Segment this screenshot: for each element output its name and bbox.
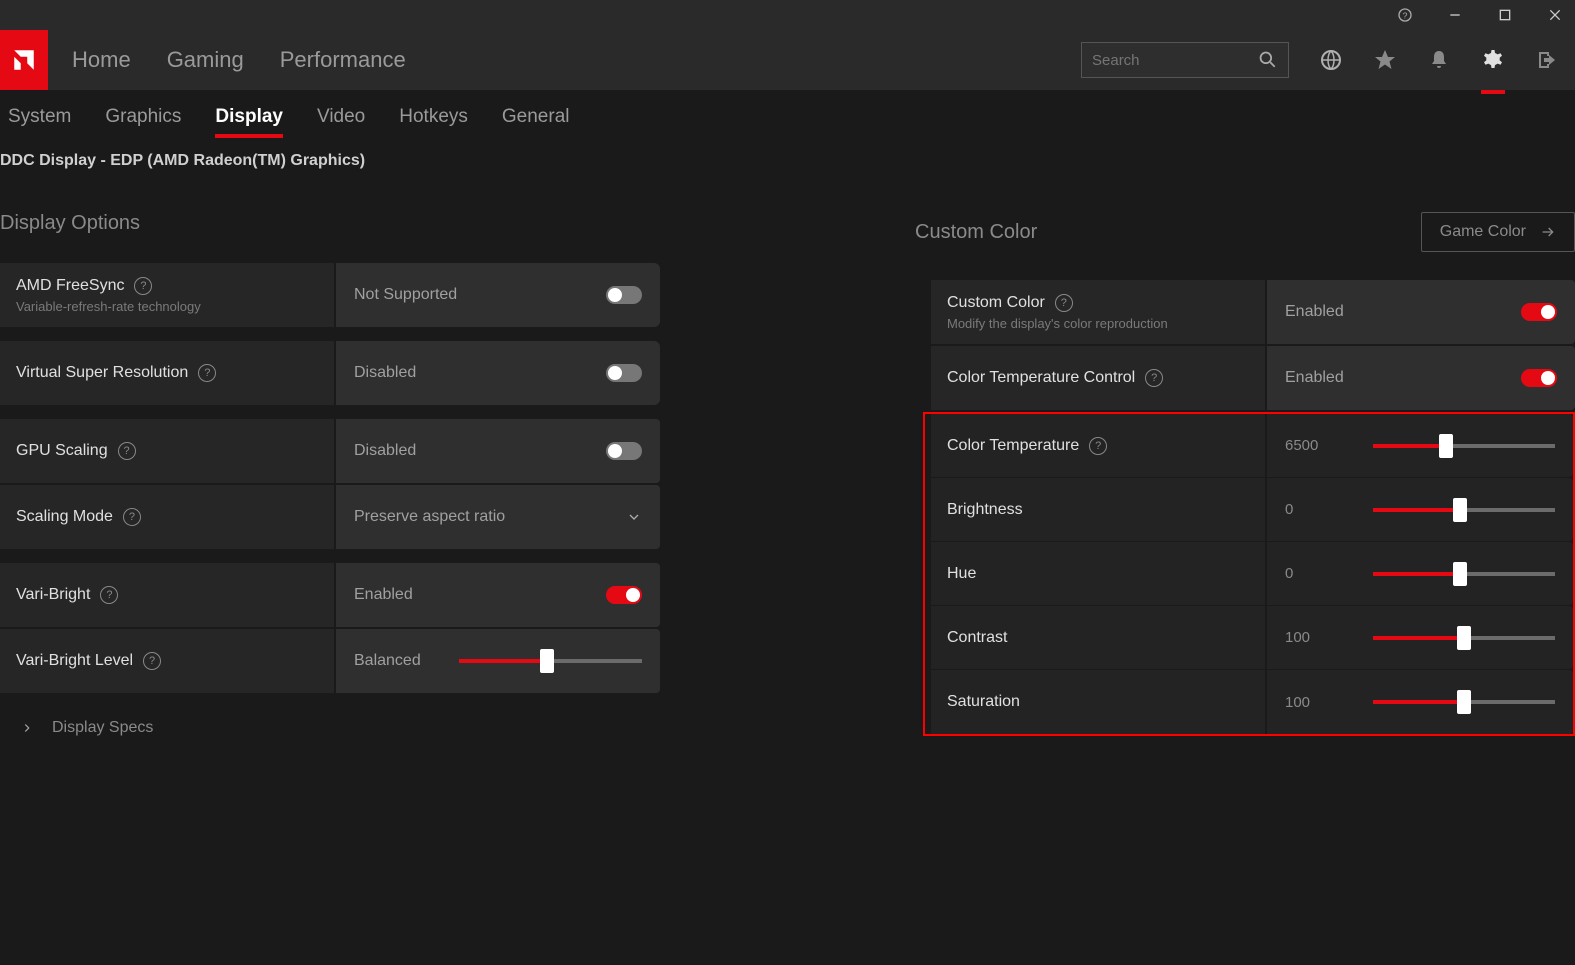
subnav-graphics[interactable]: Graphics (105, 106, 181, 136)
gpu-scaling-toggle[interactable] (606, 442, 642, 460)
titlebar: ? (0, 0, 1575, 30)
maximize-icon[interactable] (1491, 1, 1519, 29)
web-icon[interactable] (1319, 48, 1343, 72)
hue-value: 0 (1285, 565, 1355, 582)
subnav-display[interactable]: Display (215, 106, 283, 136)
help-icon[interactable]: ? (1145, 369, 1163, 387)
saturation-value: 100 (1285, 694, 1355, 711)
row-varibright-level: Vari-Bright Level? Balanced (0, 629, 660, 693)
color-temp-value: 6500 (1285, 437, 1355, 454)
settings-subnav: System Graphics Display Video Hotkeys Ge… (0, 90, 1575, 146)
vsr-toggle[interactable] (606, 364, 642, 382)
nav-performance[interactable]: Performance (280, 47, 406, 73)
ctc-toggle[interactable] (1521, 369, 1557, 387)
minimize-icon[interactable] (1441, 1, 1469, 29)
custom-color-status: Enabled (1285, 303, 1344, 321)
header: Home Gaming Performance (0, 30, 1575, 90)
amd-logo-icon[interactable] (0, 30, 48, 90)
scaling-mode-dropdown[interactable]: Preserve aspect ratio (336, 485, 660, 549)
vsr-status: Disabled (354, 364, 416, 382)
custom-color-title: Custom Color (915, 221, 1037, 244)
highlighted-sliders: Color Temperature? 6500 Brightness 0 Hue… (923, 412, 1575, 736)
freesync-status: Not Supported (354, 286, 457, 304)
search-icon[interactable] (1257, 48, 1278, 72)
search-input[interactable] (1081, 42, 1289, 78)
hue-slider[interactable] (1373, 572, 1555, 576)
subnav-hotkeys[interactable]: Hotkeys (399, 106, 468, 136)
arrow-right-icon (1540, 224, 1556, 240)
varibright-status: Enabled (354, 586, 413, 604)
help-icon[interactable]: ? (1055, 294, 1073, 312)
row-hue: Hue 0 (925, 542, 1573, 606)
chevron-right-icon (20, 721, 34, 735)
main-nav: Home Gaming Performance (72, 47, 406, 73)
star-icon[interactable] (1373, 48, 1397, 72)
varibright-level-label: Balanced (354, 652, 421, 670)
row-color-temp: Color Temperature? 6500 (925, 414, 1573, 478)
close-icon[interactable] (1541, 1, 1569, 29)
help-icon[interactable]: ? (1391, 1, 1419, 29)
row-gpu-scaling: GPU Scaling? Disabled (0, 419, 660, 483)
row-saturation: Saturation 100 (925, 670, 1573, 734)
svg-text:?: ? (1403, 10, 1408, 20)
help-icon[interactable]: ? (143, 652, 161, 670)
gear-icon[interactable] (1481, 48, 1505, 72)
nav-home[interactable]: Home (72, 47, 131, 73)
subnav-video[interactable]: Video (317, 106, 365, 136)
varibright-toggle[interactable] (606, 586, 642, 604)
custom-color-panel: Custom Color Game Color Custom Color? Mo… (915, 170, 1575, 737)
display-options-panel: Display Options AMD FreeSync? Variable-r… (0, 170, 660, 737)
help-icon[interactable]: ? (134, 277, 152, 295)
exit-icon[interactable] (1535, 48, 1559, 72)
gpu-scaling-status: Disabled (354, 442, 416, 460)
bell-icon[interactable] (1427, 48, 1451, 72)
saturation-slider[interactable] (1373, 700, 1555, 704)
help-icon[interactable]: ? (100, 586, 118, 604)
display-identifier: DDC Display - EDP (AMD Radeon(TM) Graphi… (0, 146, 1575, 170)
color-temp-slider[interactable] (1373, 444, 1555, 448)
freesync-toggle[interactable] (606, 286, 642, 304)
row-scaling-mode: Scaling Mode? Preserve aspect ratio (0, 485, 660, 549)
game-color-button[interactable]: Game Color (1421, 212, 1575, 252)
subnav-general[interactable]: General (502, 106, 570, 136)
row-vsr: Virtual Super Resolution? Disabled (0, 341, 660, 405)
contrast-slider[interactable] (1373, 636, 1555, 640)
row-varibright: Vari-Bright? Enabled (0, 563, 660, 627)
row-contrast: Contrast 100 (925, 606, 1573, 670)
nav-gaming[interactable]: Gaming (167, 47, 244, 73)
row-freesync: AMD FreeSync? Variable-refresh-rate tech… (0, 263, 660, 327)
display-options-title: Display Options (0, 212, 660, 235)
help-icon[interactable]: ? (1089, 437, 1107, 455)
varibright-level-slider[interactable] (459, 659, 642, 663)
contrast-value: 100 (1285, 629, 1355, 646)
brightness-value: 0 (1285, 501, 1355, 518)
help-icon[interactable]: ? (118, 442, 136, 460)
display-specs-expand[interactable]: Display Specs (0, 695, 660, 737)
row-custom-color: Custom Color? Modify the display's color… (931, 280, 1575, 344)
row-brightness: Brightness 0 (925, 478, 1573, 542)
brightness-slider[interactable] (1373, 508, 1555, 512)
search-field[interactable] (1092, 52, 1257, 69)
row-color-temp-control: Color Temperature Control? Enabled (931, 346, 1575, 410)
help-icon[interactable]: ? (123, 508, 141, 526)
help-icon[interactable]: ? (198, 364, 216, 382)
subnav-system[interactable]: System (8, 106, 71, 136)
custom-color-toggle[interactable] (1521, 303, 1557, 321)
ctc-status: Enabled (1285, 369, 1344, 387)
chevron-down-icon (626, 509, 642, 525)
